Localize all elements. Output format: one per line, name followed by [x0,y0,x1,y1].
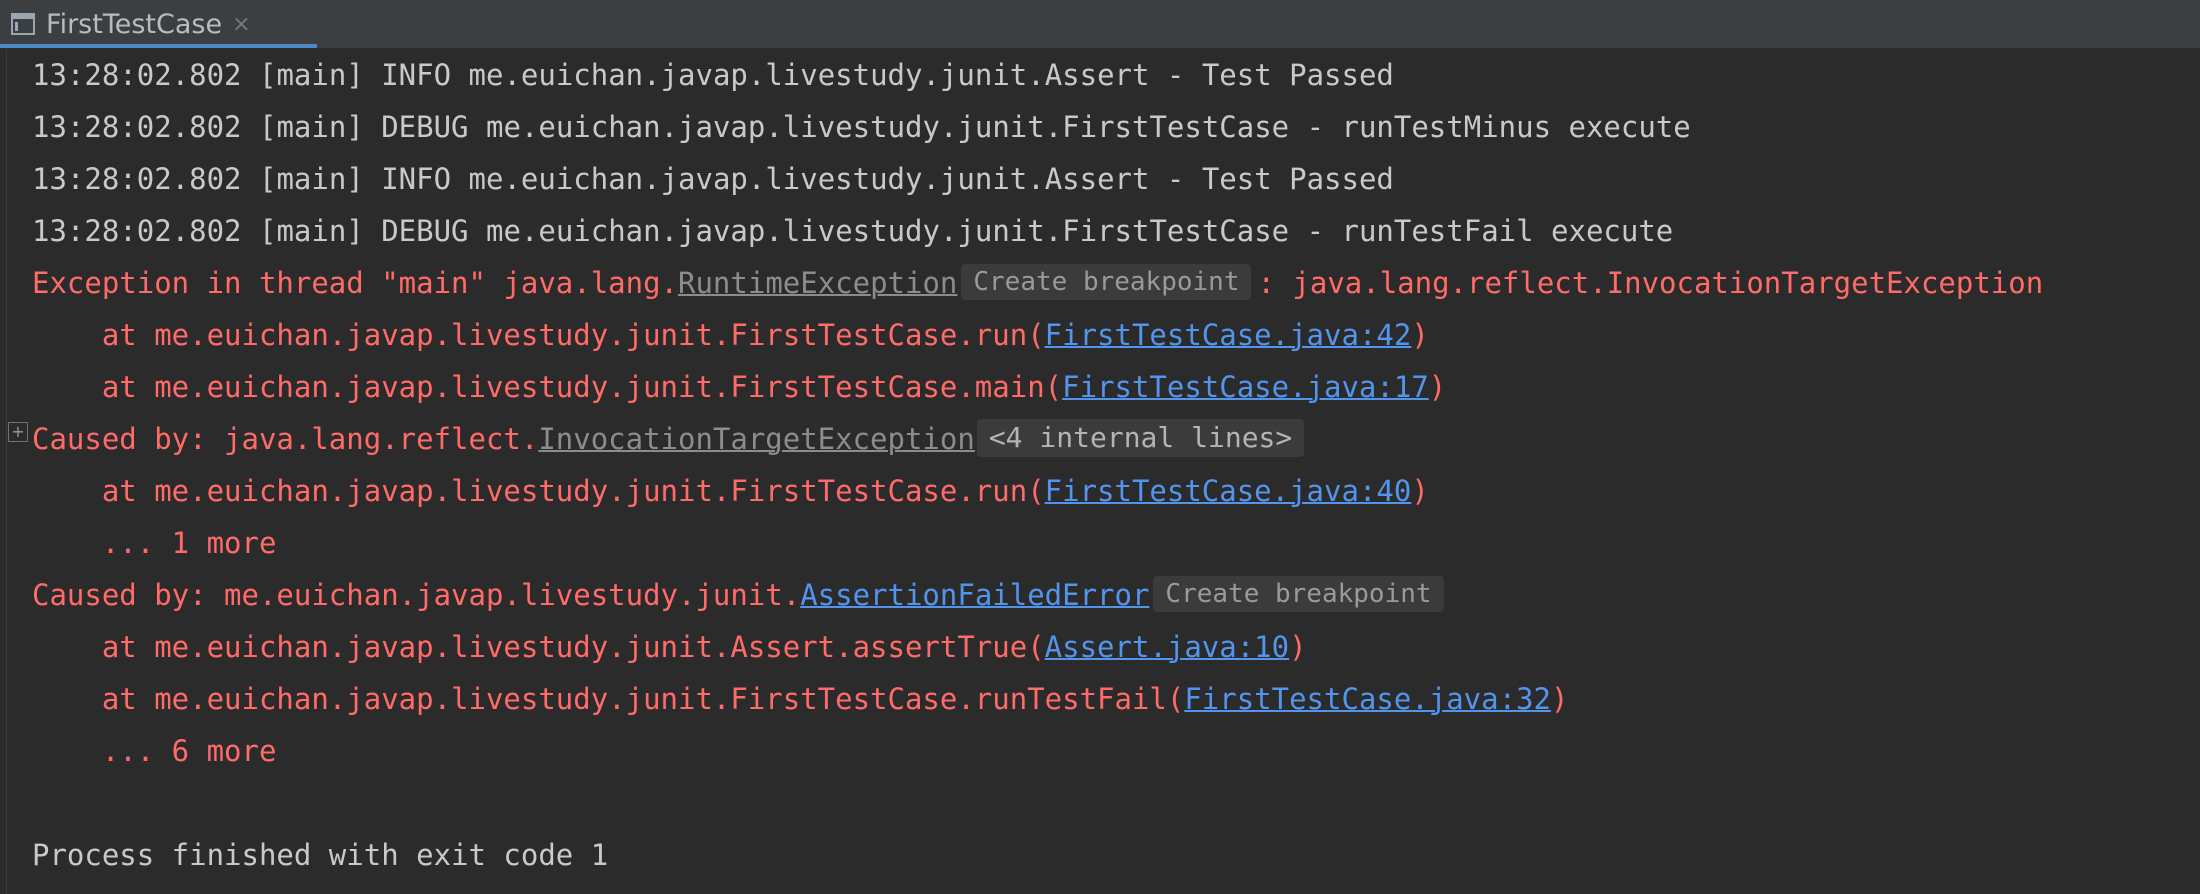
internal-lines-fold[interactable]: <4 internal lines> [976,419,1305,457]
caused-by-prefix: Caused by: java.lang.reflect. [32,422,539,456]
expand-internal-lines-icon[interactable]: + [8,422,28,442]
stack-frame: at me.euichan.javap.livestudy.junit.Asse… [32,621,1307,673]
console-output[interactable]: 13:28:02.802 [main] INFO me.euichan.java… [0,49,2200,894]
stack-frame: at me.euichan.javap.livestudy.junit.Firs… [32,309,1429,361]
exception-line: Exception in thread "main" java.lang.Run… [32,257,2043,309]
frame-suffix: ) [1428,370,1447,404]
caused-by-line: Caused by: me.euichan.javap.livestudy.ju… [32,569,1450,621]
log-line: 13:28:02.802 [main] DEBUG me.euichan.jav… [32,101,1691,153]
log-time: 13:28:02.802 [32,214,242,248]
log-time: 13:28:02.802 [32,110,242,144]
log-message: me.euichan.javap.livestudy.junit.Assert … [468,58,1394,92]
frame-text: at me.euichan.javap.livestudy.junit.Firs… [32,474,1045,508]
log-line: 13:28:02.802 [main] DEBUG me.euichan.jav… [32,205,1673,257]
log-message: me.euichan.javap.livestudy.junit.FirstTe… [486,214,1674,248]
stack-frame: at me.euichan.javap.livestudy.junit.Firs… [32,465,1429,517]
more-frames: ... 1 more [32,526,277,560]
log-thread: [main] [258,162,364,196]
cause-class-link[interactable]: AssertionFailedError [800,578,1149,612]
create-breakpoint-hint[interactable]: Create breakpoint [1153,576,1444,612]
stack-frame: at me.euichan.javap.livestudy.junit.Firs… [32,361,1446,413]
log-level: INFO [381,58,452,92]
log-level: DEBUG [381,110,469,144]
tab-active-indicator [0,44,317,48]
close-icon[interactable]: × [232,12,250,37]
exit-message: Process finished with exit code 1 [32,838,609,872]
log-line: 13:28:02.802 [main] INFO me.euichan.java… [32,153,1394,205]
log-line: 13:28:02.802 [main] INFO me.euichan.java… [32,49,1394,101]
gutter [6,49,7,894]
source-link[interactable]: FirstTestCase.java:40 [1045,474,1412,508]
tab-title: FirstTestCase [46,8,223,40]
frame-text: at me.euichan.javap.livestudy.junit.Asse… [32,630,1045,664]
console-icon [10,11,36,37]
tab-bar: FirstTestCase × [0,0,2200,49]
frame-suffix: ) [1550,682,1569,716]
source-link[interactable]: FirstTestCase.java:32 [1184,682,1551,716]
log-message: me.euichan.javap.livestudy.junit.Assert … [468,162,1394,196]
create-breakpoint-hint[interactable]: Create breakpoint [961,264,1252,300]
log-level: INFO [381,162,452,196]
caused-by-prefix: Caused by: me.euichan.javap.livestudy.ju… [32,578,801,612]
frame-text: at me.euichan.javap.livestudy.junit.Firs… [32,682,1185,716]
source-link[interactable]: FirstTestCase.java:42 [1045,318,1412,352]
log-thread: [main] [258,58,364,92]
stack-frame: at me.euichan.javap.livestudy.junit.Firs… [32,673,1569,725]
log-level: DEBUG [381,214,469,248]
log-time: 13:28:02.802 [32,162,242,196]
source-link[interactable]: FirstTestCase.java:17 [1062,370,1429,404]
log-time: 13:28:02.802 [32,58,242,92]
log-thread: [main] [258,214,364,248]
tab-firsttestcase[interactable]: FirstTestCase × [0,0,317,48]
exception-prefix: Exception in thread "main" java.lang. [32,266,679,300]
log-message: me.euichan.javap.livestudy.junit.FirstTe… [486,110,1691,144]
caused-by-line: Caused by: java.lang.reflect.InvocationT… [32,413,1305,465]
exception-suffix: : java.lang.reflect.InvocationTargetExce… [1257,266,2044,300]
exception-class-link[interactable]: RuntimeException [678,266,957,300]
frame-suffix: ) [1411,474,1429,508]
frame-suffix: ) [1289,630,1307,664]
frame-text: at me.euichan.javap.livestudy.junit.Firs… [32,370,1063,404]
frame-suffix: ) [1411,318,1429,352]
more-frames: ... 6 more [32,734,277,768]
log-thread: [main] [258,110,364,144]
frame-text: at me.euichan.javap.livestudy.junit.Firs… [32,318,1045,352]
cause-class-link[interactable]: InvocationTargetException [538,422,975,456]
source-link[interactable]: Assert.java:10 [1045,630,1289,664]
